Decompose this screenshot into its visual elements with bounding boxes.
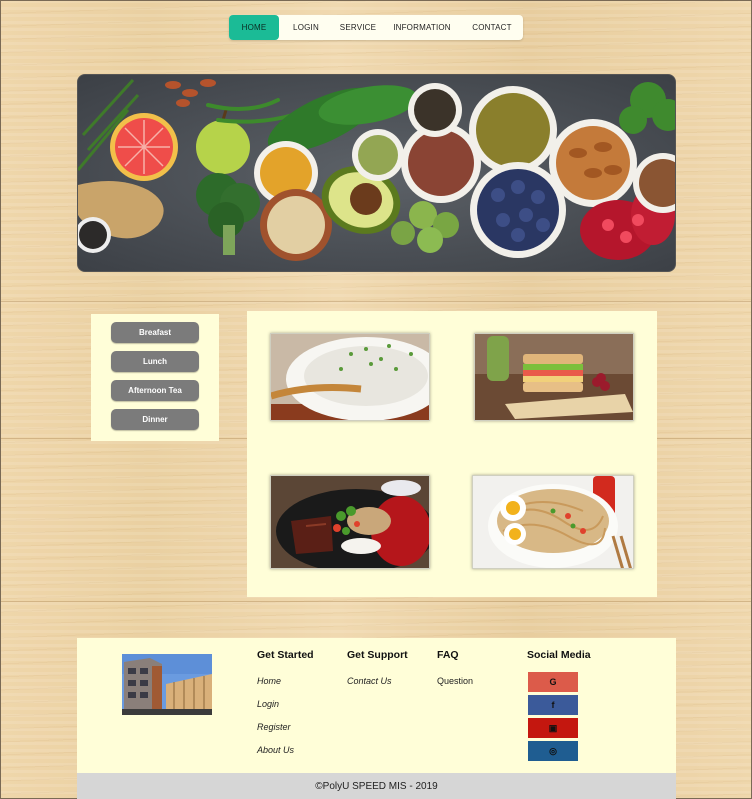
menu-button-dinner[interactable]: Dinner <box>111 409 199 430</box>
hero-image <box>77 74 676 272</box>
footer-link-about-us[interactable]: About Us <box>257 745 294 755</box>
menu-button-lunch[interactable]: Lunch <box>111 351 199 372</box>
food-image-steak-dinner[interactable] <box>270 475 430 569</box>
facebook-icon[interactable]: f <box>528 695 578 715</box>
campus-building-photo <box>122 654 212 715</box>
get-support-heading: Get Support <box>347 649 408 661</box>
wood-seam <box>1 301 751 302</box>
food-image-sandwich[interactable] <box>474 333 634 421</box>
google-icon[interactable]: G <box>528 672 578 692</box>
food-image-congee[interactable] <box>270 333 430 421</box>
menu-button-breakfast[interactable]: Breafast <box>111 322 199 343</box>
nav-information[interactable]: INFORMATION <box>383 15 461 40</box>
wood-seam <box>1 601 751 602</box>
nav-contact[interactable]: CONTACT <box>461 15 523 40</box>
get-started-heading: Get Started <box>257 649 314 661</box>
nav-service[interactable]: SERVICE <box>333 15 383 40</box>
footer-link-register[interactable]: Register <box>257 722 291 732</box>
footer-link-contact-us[interactable]: Contact Us <box>347 676 392 686</box>
site-footer: Get Started Home Login Register About Us… <box>77 638 676 773</box>
instagram-icon[interactable]: ◎ <box>528 741 578 761</box>
copyright-bar: ©PolyU SPEED MIS - 2019 <box>77 773 676 799</box>
menu-button-afternoon-tea[interactable]: Afternoon Tea <box>111 380 199 401</box>
meal-menu: Breafast Lunch Afternoon Tea Dinner <box>91 314 219 441</box>
footer-link-home[interactable]: Home <box>257 676 281 686</box>
nav-login[interactable]: LOGIN <box>279 15 333 40</box>
social-media-heading: Social Media <box>527 649 591 661</box>
footer-link-question[interactable]: Question <box>437 676 473 686</box>
food-gallery <box>247 311 657 597</box>
top-nav: HOME LOGIN SERVICE INFORMATION CONTACT <box>229 15 523 40</box>
youtube-icon[interactable]: ▣ <box>528 718 578 738</box>
footer-link-login[interactable]: Login <box>257 699 279 709</box>
nav-home[interactable]: HOME <box>229 15 279 40</box>
faq-heading: FAQ <box>437 649 459 661</box>
food-image-noodles[interactable] <box>472 475 634 569</box>
